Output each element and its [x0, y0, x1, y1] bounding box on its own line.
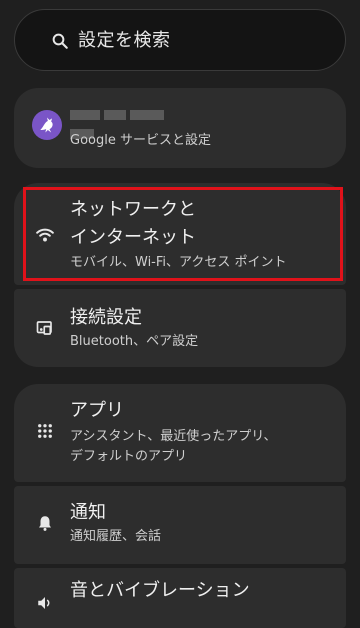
network-subtitle: モバイル、Wi-Fi、アクセス ポイント	[70, 255, 287, 270]
apps-subtitle-line2: デフォルトのアプリ	[70, 449, 188, 464]
apps-title: アプリ	[70, 400, 124, 421]
wifi-icon	[36, 228, 54, 242]
apps-item[interactable]: アプリ アシスタント、最近使ったアプリ、 デフォルトのアプリ	[14, 384, 346, 482]
notifications-item[interactable]: 通知 通知履歴、会話	[14, 486, 346, 564]
search-bar[interactable]: 設定を検索	[14, 9, 346, 71]
connected-devices-subtitle: Bluetooth、ペア設定	[70, 334, 199, 349]
account-avatar	[32, 110, 62, 140]
notifications-title: 通知	[70, 502, 106, 523]
network-internet-item[interactable]: ネットワークと インターネット モバイル、Wi-Fi、アクセス ポイント	[14, 183, 346, 285]
connected-devices-icon	[36, 321, 52, 335]
sound-vibration-title: 音とバイブレーション	[70, 580, 250, 601]
connected-devices-title: 接続設定	[70, 307, 142, 328]
sound-vibration-item[interactable]: 音とバイブレーション	[14, 568, 346, 628]
volume-icon	[38, 597, 50, 609]
account-subtitle: Google サービスと設定	[70, 133, 211, 148]
network-title-line1: ネットワークと	[70, 199, 196, 220]
search-icon	[52, 33, 68, 49]
apps-subtitle-line1: アシスタント、最近使ったアプリ、	[70, 429, 277, 444]
apps-grid-icon	[38, 424, 52, 438]
search-placeholder: 設定を検索	[78, 30, 171, 51]
notifications-subtitle: 通知履歴、会話	[70, 529, 162, 544]
bell-icon	[39, 516, 51, 531]
google-account-card[interactable]: Google サービスと設定	[14, 88, 346, 168]
account-name-redacted	[70, 105, 194, 139]
network-title-line2: インターネット	[70, 227, 196, 248]
bird-avatar-icon	[40, 117, 53, 133]
connected-devices-item[interactable]: 接続設定 Bluetooth、ペア設定	[14, 289, 346, 367]
